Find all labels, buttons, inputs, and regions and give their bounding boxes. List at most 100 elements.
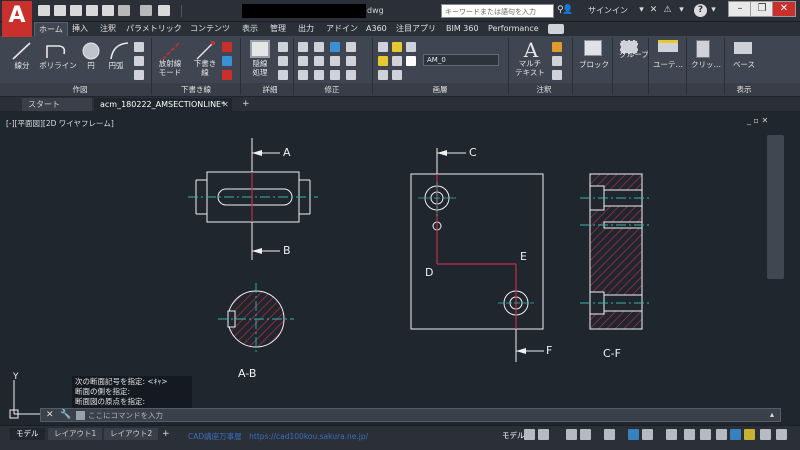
draft-tool-2-icon[interactable] xyxy=(222,70,232,80)
layer-sun-icon[interactable] xyxy=(392,56,402,66)
utility-icon[interactable] xyxy=(658,40,678,52)
layout-tab-layout1[interactable]: レイアウト1 xyxy=(48,428,103,440)
layer-bulb-icon[interactable] xyxy=(378,56,388,66)
save-icon[interactable] xyxy=(70,5,82,16)
plot-icon[interactable] xyxy=(102,5,114,16)
redo-icon[interactable] xyxy=(140,5,152,16)
trim-icon[interactable] xyxy=(330,42,340,52)
undo-icon[interactable] xyxy=(118,5,130,16)
panel-title-layers[interactable]: 画層 xyxy=(420,84,460,95)
tab-content[interactable]: コンテンツ xyxy=(186,22,234,36)
tab-bim360[interactable]: BIM 360 xyxy=(442,22,483,36)
layer-state-icon[interactable] xyxy=(392,42,402,52)
snap-icon[interactable] xyxy=(538,429,549,440)
help-icon[interactable]: ? xyxy=(694,4,707,17)
tab-performance[interactable]: Performance xyxy=(484,22,543,36)
mtext-icon[interactable]: A xyxy=(520,38,542,62)
hide-situation-icon[interactable] xyxy=(250,40,270,58)
layer-match-icon[interactable] xyxy=(378,70,388,80)
new-file-icon[interactable] xyxy=(38,5,50,16)
table-icon[interactable] xyxy=(552,70,562,80)
block-icon[interactable] xyxy=(584,40,602,56)
draft-tool-icon[interactable] xyxy=(222,56,232,66)
offset-icon[interactable] xyxy=(346,70,356,80)
rotate-icon[interactable] xyxy=(314,42,324,52)
ortho-icon[interactable] xyxy=(566,429,577,440)
more-draw-icon[interactable] xyxy=(134,70,144,80)
stay-connected-icon[interactable]: ▾ xyxy=(676,5,687,16)
minimize-button[interactable]: – xyxy=(728,1,752,17)
explode-icon[interactable] xyxy=(346,56,356,66)
tab-addins[interactable]: アドイン xyxy=(322,22,362,36)
dropdown-icon[interactable]: ▾ xyxy=(636,5,647,16)
hatch-icon[interactable] xyxy=(134,56,144,66)
add-layout-button[interactable]: + xyxy=(162,429,170,439)
customization-menu-icon[interactable] xyxy=(776,429,787,440)
model-space-button[interactable]: モデル xyxy=(502,430,525,441)
leader-icon[interactable] xyxy=(552,56,562,66)
panel-title-annotation[interactable]: 注釈 xyxy=(524,84,564,95)
maximize-button[interactable]: ❐ xyxy=(750,1,774,17)
tab-featured-apps[interactable]: 注目アプリ xyxy=(392,22,440,36)
a360-icon[interactable]: ⚠ xyxy=(662,5,673,16)
otrack-icon[interactable] xyxy=(628,429,639,440)
workspace-switch-icon[interactable] xyxy=(700,429,711,440)
close-button[interactable]: ✕ xyxy=(772,1,796,17)
search-input[interactable]: キーワードまたは語句を入力 xyxy=(441,4,554,18)
tab-view[interactable]: 表示 xyxy=(238,22,262,36)
help-dropdown-icon[interactable]: ▾ xyxy=(708,5,719,16)
base-view-icon[interactable] xyxy=(734,42,752,54)
layer-tool-icon[interactable] xyxy=(406,42,416,52)
save-as-icon[interactable] xyxy=(86,5,98,16)
dimension-icon[interactable] xyxy=(552,42,562,52)
fillet-icon[interactable] xyxy=(330,56,340,66)
tab-parametric[interactable]: パラメトリック xyxy=(122,22,186,36)
tab-manage[interactable]: 管理 xyxy=(266,22,290,36)
layer-properties-icon[interactable] xyxy=(378,42,388,52)
layer-color-icon[interactable] xyxy=(406,56,416,66)
panel-title-detail[interactable]: 詳細 xyxy=(250,84,290,95)
panel-title-construction[interactable]: 下書き線 xyxy=(166,84,226,95)
stretch-icon[interactable] xyxy=(298,70,308,80)
file-tab-close-icon[interactable]: ✕ xyxy=(222,100,229,109)
annotation-scale-icon[interactable] xyxy=(684,429,695,440)
signin-button[interactable]: サインイン xyxy=(588,5,628,16)
osnap-icon[interactable] xyxy=(604,429,615,440)
hardware-acceleration-icon[interactable] xyxy=(744,429,755,440)
tab-home[interactable]: ホーム xyxy=(34,22,68,36)
command-input[interactable]: ここにコマンドを入力 xyxy=(88,410,388,421)
tab-annotate[interactable]: 注釈 xyxy=(96,22,120,36)
command-close-icon[interactable]: ✕ xyxy=(46,410,54,420)
layout-tab-layout2[interactable]: レイアウト2 xyxy=(104,428,159,440)
lineweight-icon[interactable] xyxy=(642,429,653,440)
erase-icon[interactable] xyxy=(346,42,356,52)
arc-icon[interactable] xyxy=(108,40,132,62)
section-tool-icon[interactable] xyxy=(222,42,232,52)
tab-options-icon[interactable] xyxy=(548,24,564,34)
array-icon[interactable] xyxy=(330,70,340,80)
open-file-icon[interactable] xyxy=(54,5,66,16)
detail-tool-1-icon[interactable] xyxy=(278,42,288,52)
circle-icon[interactable] xyxy=(80,40,102,62)
application-menu-button[interactable]: A xyxy=(2,1,32,37)
clipboard-icon[interactable] xyxy=(696,40,710,58)
panel-title-modify[interactable]: 修正 xyxy=(312,84,352,95)
tab-a360[interactable]: A360 xyxy=(362,22,391,36)
annotation-monitor-icon[interactable] xyxy=(716,429,727,440)
command-scroll-icon[interactable]: ▴ xyxy=(770,410,774,419)
layer-iso-icon[interactable] xyxy=(392,70,402,80)
line-icon[interactable] xyxy=(10,40,34,62)
polar-icon[interactable] xyxy=(580,429,591,440)
new-tab-button[interactable]: + xyxy=(242,99,250,109)
layer-dropdown[interactable]: AM_0 xyxy=(423,54,499,66)
copy-icon[interactable] xyxy=(298,56,308,66)
panel-title-draw[interactable]: 作図 xyxy=(60,84,100,95)
tab-output[interactable]: 出力 xyxy=(294,22,318,36)
panel-title-view[interactable]: 表示 xyxy=(724,84,764,95)
detail-tool-3-icon[interactable] xyxy=(278,70,288,80)
workspace-icon[interactable] xyxy=(158,5,170,16)
layout-tab-model[interactable]: モデル xyxy=(10,428,45,440)
tab-insert[interactable]: 挿入 xyxy=(68,22,92,36)
polyline-icon[interactable] xyxy=(44,40,68,62)
exchange-icon[interactable]: ✕ xyxy=(648,5,659,16)
